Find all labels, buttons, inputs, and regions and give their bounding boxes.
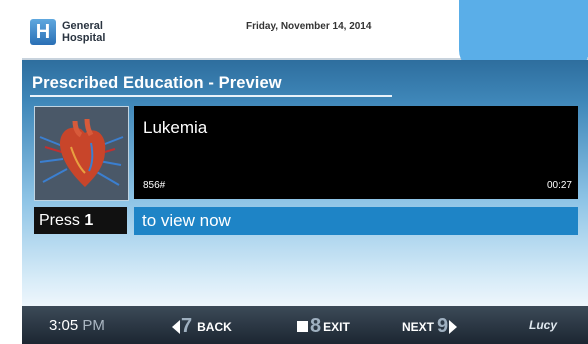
clock-time: 3:05	[49, 317, 79, 334]
title-underline	[30, 95, 392, 97]
view-now-button[interactable]: to view now	[134, 207, 578, 235]
back-key: 7	[181, 315, 193, 337]
main-panel: Prescribed Education - Preview Lukemia 8…	[22, 60, 588, 306]
hospital-logo-icon: H	[30, 19, 56, 45]
back-label: BACK	[197, 319, 232, 334]
hospital-name: General Hospital	[62, 20, 132, 44]
video-title: Lukemia	[143, 118, 208, 137]
video-duration: 00:27	[546, 180, 572, 191]
clock-ampm: PM	[82, 317, 105, 334]
clock: 3:05 PM	[49, 317, 105, 334]
back-arrow-icon	[172, 319, 180, 334]
video-preview[interactable]: Lukemia 856# 00:27	[134, 106, 578, 199]
brand-logo: Lucy	[529, 318, 558, 332]
heart-anatomy-icon	[35, 107, 128, 200]
next-button[interactable]: NEXT 9	[402, 315, 458, 338]
hospital-name-line1: General	[62, 20, 103, 32]
back-button[interactable]: 7 BACK	[172, 315, 232, 338]
header-date: Friday, November 14, 2014	[246, 21, 372, 32]
exit-button[interactable]: 8 EXIT	[297, 315, 350, 338]
video-thumbnail	[34, 106, 129, 201]
press-key-box: Press 1	[34, 207, 127, 234]
hospital-name-line2: Hospital	[62, 32, 106, 44]
next-arrow-icon	[449, 319, 458, 334]
press-key: 1	[84, 212, 94, 229]
header: H General Hospital Friday, November 14, …	[22, 0, 588, 72]
exit-label: EXIT	[323, 319, 350, 334]
press-label: Press	[39, 212, 80, 229]
video-code: 856#	[143, 180, 166, 191]
tv-screen: H General Hospital Friday, November 14, …	[22, 0, 588, 344]
stop-square-icon	[297, 321, 308, 332]
next-key: 9	[437, 315, 449, 337]
footer-bar: 3:05 PM 7 BACK 8 EXIT NEXT 9 Lucy	[22, 306, 588, 344]
exit-key: 8	[310, 315, 322, 337]
next-label: NEXT	[402, 319, 435, 334]
page-title: Prescribed Education - Preview	[32, 74, 282, 92]
